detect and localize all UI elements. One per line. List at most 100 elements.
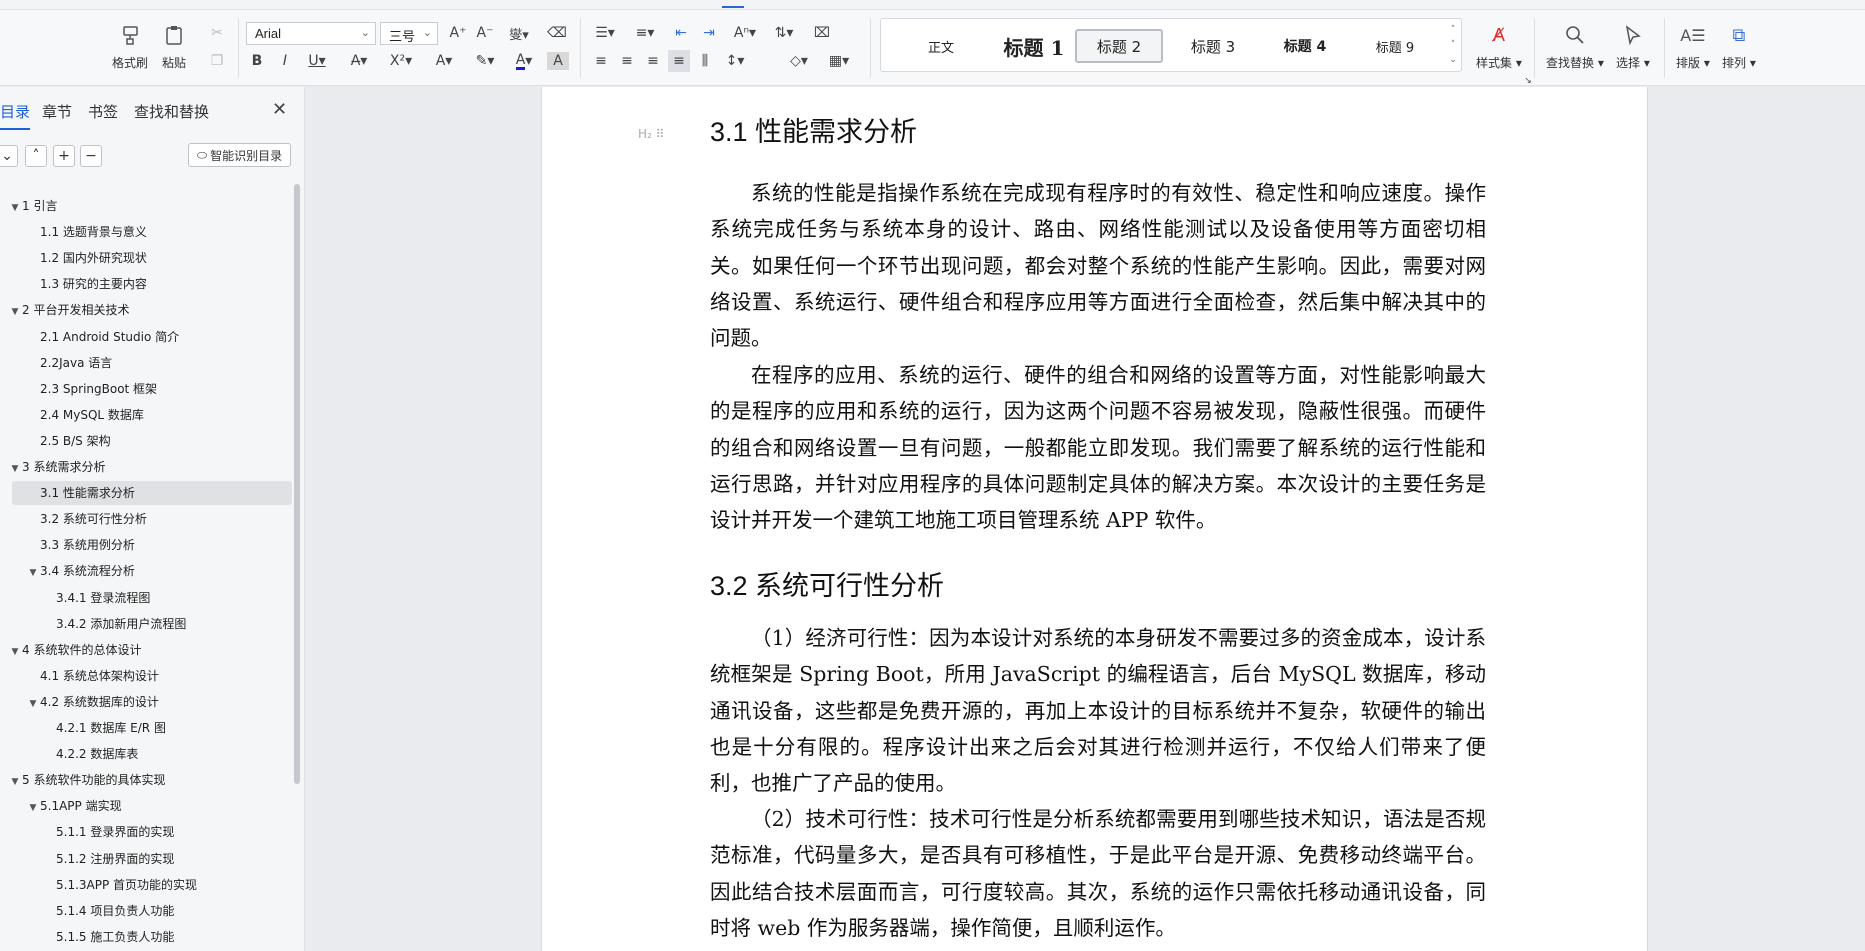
toc-item[interactable]: 4.1 系统总体架构设计 [26,665,159,687]
decrease-indent-icon[interactable]: ⇤ [670,22,692,44]
line-break-icon[interactable]: ⌧ [807,22,837,44]
font-name-select[interactable]: Arial ⌄ [246,22,376,45]
style-heading-3[interactable]: 标题 3 [1173,29,1253,63]
close-icon[interactable]: ✕ [272,99,287,120]
toc-item[interactable]: 4.2.1 数据库 E/R 图 [42,717,166,739]
align-center-icon[interactable]: ≡ [616,50,638,72]
clear-format-icon[interactable]: ⌫ [545,22,569,44]
cut-icon[interactable]: ✂ [206,22,228,44]
font-size-select[interactable]: 三号 ⌄ [380,22,438,45]
toc-item[interactable]: 5.1.4 项目负责人功能 [42,900,174,922]
toc-item[interactable]: 3.3 系统用例分析 [26,534,135,556]
nav-scrollbar[interactable] [294,184,300,784]
grow-font-icon[interactable]: A⁺ [447,22,469,44]
expand-toggle-icon[interactable]: ▼ [8,458,22,480]
style-heading-2[interactable]: 标题 2 [1075,29,1163,63]
toc-item[interactable]: ▼ 2 平台开发相关技术 [8,299,130,323]
toc-item[interactable]: 5.1.5 施工负责人功能 [42,926,174,948]
remove-heading-icon[interactable]: − [80,145,102,167]
toc-item[interactable]: 2.3 SpringBoot 框架 [26,378,157,400]
expand-toggle-icon[interactable]: ▼ [8,301,22,323]
toc-item[interactable]: ▼ 5 系统软件功能的具体实现 [8,769,166,793]
numbered-list-icon[interactable]: ≡▾ [630,22,660,44]
tab-sections[interactable]: 章节 [42,101,72,122]
style-set-button[interactable]: A̸ 样式集 ▾ [1476,22,1522,71]
toc-item[interactable]: ▼ 3.4 系统流程分析 [26,560,135,582]
tab-find-replace[interactable]: 查找和替换 [134,101,209,122]
toc-item[interactable]: 2.5 B/S 架构 [26,430,111,452]
align-left-icon[interactable]: ≡ [590,50,612,72]
toc-item[interactable]: 5.1.2 注册界面的实现 [42,848,174,870]
tab-bookmarks[interactable]: 书签 [88,101,118,122]
underline-icon[interactable]: U▾ [302,50,332,72]
paragraph-shading-icon[interactable]: ◇▾ [784,50,814,72]
style-normal[interactable]: 正文 [911,29,971,63]
highlight-icon[interactable]: ✎▾ [469,50,501,72]
phonetic-guide-icon[interactable]: 燮▾ [503,22,535,44]
heading-3-2[interactable]: 3.2 系统可行性分析 [710,564,944,603]
style-heading-1[interactable]: 标题 1 [979,29,1089,63]
toc-item[interactable]: 3.2 系统可行性分析 [26,508,147,530]
expand-toggle-icon[interactable]: ▼ [8,641,22,663]
toc-item[interactable]: 5.1.1 登录界面的实现 [42,821,174,843]
text-direction-icon[interactable]: Aⁿ▾ [728,22,762,44]
superscript-icon[interactable]: X²▾ [385,50,417,72]
toc-item[interactable]: 1.1 选题背景与意义 [26,221,147,243]
toc-item[interactable]: 2.4 MySQL 数据库 [26,404,144,426]
toc-item[interactable]: ▼ 1 引言 [8,195,58,219]
style-heading-9[interactable]: 标题 9 [1355,29,1435,63]
shrink-font-icon[interactable]: A⁻ [474,22,496,44]
copy-icon[interactable]: ❐ [206,50,228,72]
toc-item[interactable]: ▼ 3 系统需求分析 [8,456,106,480]
toc-item[interactable]: ▼ 5.1APP 端实现 [26,795,122,817]
distribute-icon[interactable]: ⫼ [694,50,716,72]
paragraph-3[interactable]: （1）经济可行性：因为本设计对系统的本身研发不需要过多的资金成本，设计系统框架是… [710,620,1486,801]
toc-item[interactable]: 5.1.3APP 首页功能的实现 [42,874,197,896]
toc-item[interactable]: ▼ 4.2 系统数据库的设计 [26,691,159,713]
expand-toggle-icon[interactable]: ▼ [26,797,40,819]
paragraph-1[interactable]: 系统的性能是指操作系统在完成现有程序时的有效性、稳定性和响应速度。操作系统完成任… [710,175,1486,356]
toc-item[interactable]: 4.2.2 数据库表 [42,743,138,765]
select-button[interactable]: 选择 ▾ [1616,22,1650,71]
toc-item[interactable]: 1.2 国内外研究现状 [26,247,147,269]
strikethrough-icon[interactable]: A̶▾ [344,50,374,72]
paragraph-4[interactable]: （2）技术可行性：技术可行性是分析系统都需要用到哪些技术知识，语法是否规范标准，… [710,801,1486,946]
format-painter-button[interactable]: 格式刷 [112,22,148,71]
add-heading-icon[interactable]: + [53,145,75,167]
border-icon[interactable]: ▦▾ [824,50,854,72]
tab-toc[interactable]: 目录 [0,101,31,130]
increase-indent-icon[interactable]: ⇥ [698,22,720,44]
layout-button[interactable]: A☰ 排版 ▾ [1676,22,1710,71]
toc-item[interactable]: 1.3 研究的主要内容 [26,273,147,295]
sort-icon[interactable]: ⇅▾ [769,22,799,44]
find-replace-button[interactable]: 查找替换 ▾ [1546,22,1604,71]
expand-toggle-icon[interactable]: ▼ [26,693,40,715]
expand-toggle-icon[interactable]: ▼ [8,197,22,219]
toc-item[interactable]: ▼ 4 系统软件的总体设计 [8,639,142,663]
line-spacing-icon[interactable]: ↕▾ [720,50,750,72]
align-right-icon[interactable]: ≡ [642,50,664,72]
italic-icon[interactable]: I [274,50,296,72]
collapse-all-icon[interactable]: ⌄ [0,145,18,167]
move-up-icon[interactable]: ˄ [25,145,47,167]
toc-item[interactable]: 2.1 Android Studio 简介 [26,326,179,348]
paragraph-2[interactable]: 在程序的应用、系统的运行、硬件的组合和网络的设置等方面，对性能影响最大的是程序的… [710,357,1486,538]
paste-button[interactable]: 粘贴 [160,22,188,71]
font-color-icon[interactable]: A ▾ [508,50,540,72]
toc-item[interactable]: 2.2Java 语言 [26,352,112,374]
gallery-scroll[interactable]: ˄ ˅ ⌄ [1447,23,1459,68]
expand-toggle-icon[interactable]: ▼ [8,771,22,793]
arrange-button[interactable]: ⧉ 排列 ▾ [1722,22,1756,71]
bullet-list-icon[interactable]: ☰▾ [590,22,620,44]
style-heading-4[interactable]: 标题 4 [1265,29,1345,63]
char-shading-icon[interactable]: A [547,52,569,70]
expand-toggle-icon[interactable]: ▼ [26,562,40,584]
text-effect-icon[interactable]: A▾ [428,50,460,72]
heading-3-1[interactable]: 3.1 性能需求分析 [710,110,917,149]
toc-item[interactable]: 3.1 性能需求分析 [26,482,135,504]
heading-level-marker[interactable]: H₂ ⠿ [638,127,664,141]
bold-icon[interactable]: B [246,50,268,72]
toc-item[interactable]: 3.4.1 登录流程图 [42,587,150,609]
smart-toc-button[interactable]: ⬭ 智能识别目录 [188,143,291,167]
justify-icon[interactable]: ≡ [668,50,690,72]
